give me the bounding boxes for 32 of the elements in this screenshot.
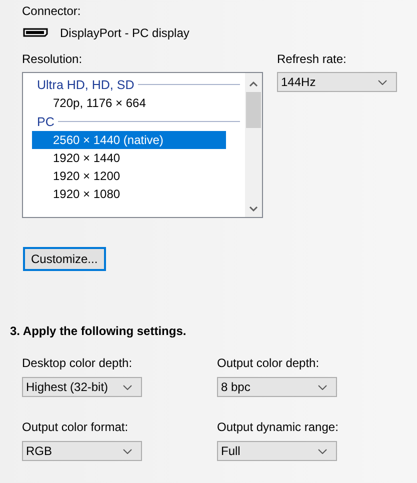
setting-dropdown[interactable]: 8 bpc [217, 377, 337, 397]
resolution-item[interactable]: 2560 × 1440 (native) [32, 131, 226, 149]
chevron-down-icon [123, 448, 132, 454]
customize-button[interactable]: Customize... [23, 247, 106, 271]
chevron-down-icon [123, 384, 132, 390]
connector-label: Connector: [22, 4, 82, 19]
group-header: Ultra HD, HD, SD [37, 78, 134, 92]
setting-label: Output color format: [22, 420, 130, 435]
setting-dropdown[interactable]: RGB [22, 441, 142, 461]
setting-label: Output color depth: [217, 356, 320, 371]
scroll-down-icon[interactable] [249, 206, 258, 212]
display-port-icon [23, 28, 48, 37]
scroll-up-icon[interactable] [249, 81, 258, 87]
resolution-item[interactable]: 1920 × 1440 [32, 149, 226, 167]
setting-dropdown[interactable]: Full [217, 441, 337, 461]
resolution-item[interactable]: 1920 × 1080 [32, 185, 226, 203]
setting-label: Output dynamic range: [217, 420, 340, 435]
resolution-label: Resolution: [22, 52, 84, 67]
chevron-down-icon [318, 448, 327, 454]
setting-dropdown[interactable]: Highest (32-bit) [22, 377, 142, 397]
resolution-item[interactable]: 720p, 1176 × 664 [32, 94, 226, 112]
refresh-rate-label: Refresh rate: [277, 52, 348, 67]
section-heading: 3. Apply the following settings. [10, 324, 188, 339]
chevron-down-icon [318, 384, 327, 390]
refresh-rate-dropdown[interactable]: 144Hz [277, 72, 397, 92]
group-header: PC [37, 114, 54, 128]
setting-label: Desktop color depth: [22, 356, 134, 371]
scrollbar[interactable] [245, 73, 262, 217]
resolution-item[interactable]: 1920 × 1200 [32, 167, 226, 185]
chevron-down-icon [378, 80, 387, 84]
connector-value: DisplayPort - PC display [60, 26, 190, 40]
scroll-thumb[interactable] [246, 92, 261, 128]
